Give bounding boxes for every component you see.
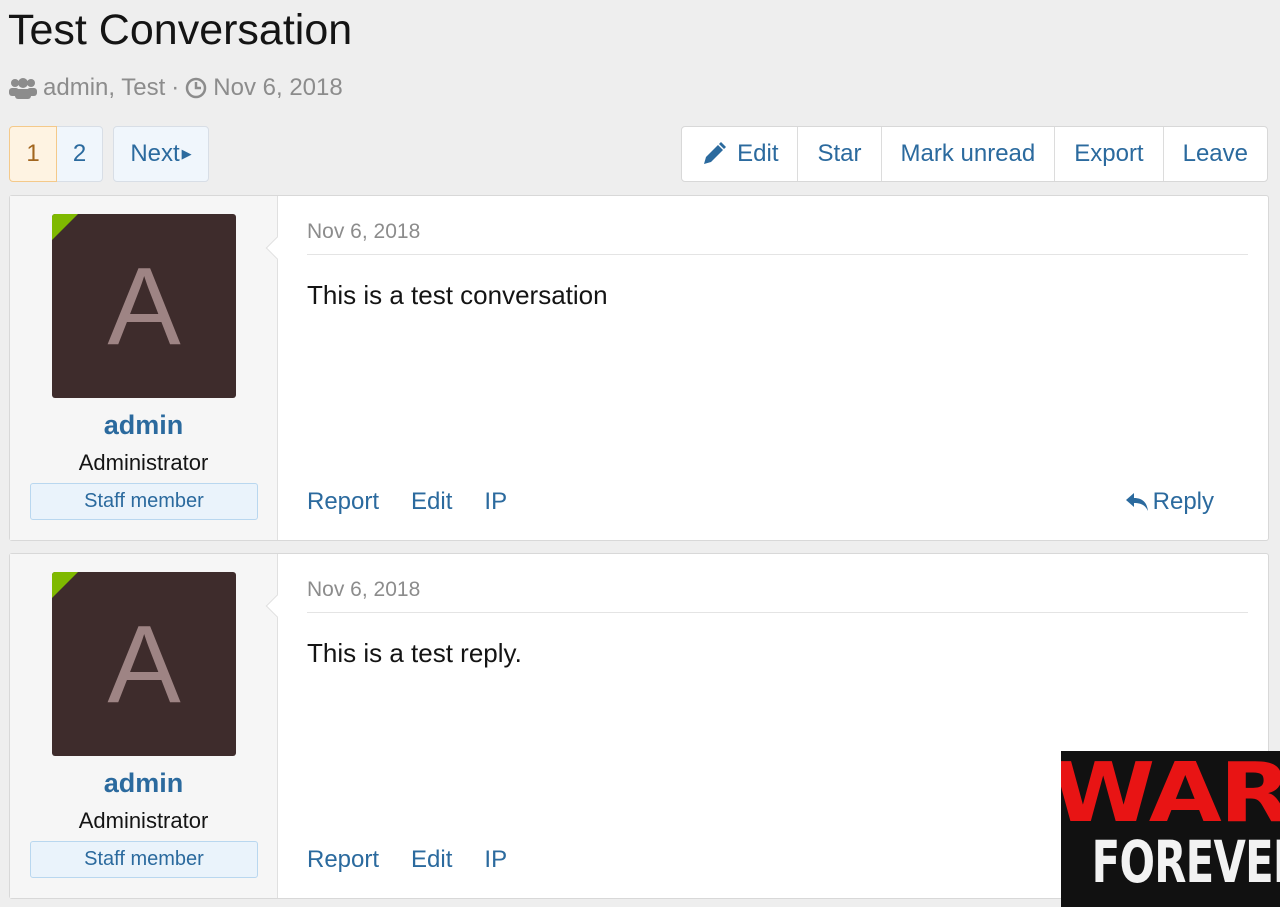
username[interactable]: admin xyxy=(10,768,277,799)
caret-right-icon: ▶ xyxy=(181,146,192,161)
edit-button[interactable]: Edit xyxy=(682,127,797,181)
ip-link[interactable]: IP xyxy=(484,488,507,516)
message-body: Nov 6, 2018 This is a test conversation … xyxy=(265,196,1268,540)
avatar[interactable]: A xyxy=(52,214,236,398)
username[interactable]: admin xyxy=(10,410,277,441)
separator: · xyxy=(171,74,180,101)
report-link[interactable]: Report xyxy=(307,846,379,874)
start-date: Nov 6, 2018 xyxy=(213,74,343,101)
message-text: This is a test conversation xyxy=(307,280,608,310)
reply-icon xyxy=(1125,493,1148,511)
watermark-line2: FOREVER xyxy=(1091,828,1280,896)
ip-link[interactable]: IP xyxy=(484,846,507,874)
conversation-actions: Edit Star Mark unread Export Leave xyxy=(681,126,1268,182)
user-title: Administrator xyxy=(78,450,209,475)
participants[interactable]: admin, Test xyxy=(43,74,165,102)
message-date[interactable]: Nov 6, 2018 xyxy=(307,578,1248,613)
reply-label: Reply xyxy=(1152,488,1214,515)
message-date[interactable]: Nov 6, 2018 xyxy=(307,220,1248,255)
online-indicator xyxy=(52,572,78,598)
message-user: A admin Administrator Staff member xyxy=(10,554,278,898)
message: A admin Administrator Staff member Nov 6… xyxy=(9,195,1269,541)
edit-label: Edit xyxy=(737,140,779,167)
pagination: 1 2 Next ▶ xyxy=(9,126,209,182)
message-user: A admin Administrator Staff member xyxy=(10,196,278,540)
message-text: This is a test reply. xyxy=(307,638,522,668)
mark-unread-button[interactable]: Mark unread xyxy=(880,127,1055,181)
leave-button[interactable]: Leave xyxy=(1162,127,1267,181)
reply-button[interactable]: Reply xyxy=(1125,488,1246,516)
user-title: Administrator xyxy=(78,808,209,833)
avatar[interactable]: A xyxy=(52,572,236,756)
edit-link[interactable]: Edit xyxy=(411,488,452,516)
pencil-icon xyxy=(704,142,727,164)
message-actions: Report Edit IP Reply xyxy=(307,488,1246,516)
page-2-button[interactable]: 2 xyxy=(57,126,103,182)
clock-icon xyxy=(186,77,207,99)
star-button[interactable]: Star xyxy=(797,127,880,181)
staff-badge: Staff member xyxy=(30,841,258,878)
online-indicator xyxy=(52,214,78,240)
staff-badge: Staff member xyxy=(30,483,258,520)
watermark-logo: WAR FOREVER xyxy=(1061,751,1280,907)
watermark-line1: WAR xyxy=(1061,751,1280,841)
conversation-meta: admin, Test · Nov 6, 2018 xyxy=(9,74,343,102)
next-page-button[interactable]: Next ▶ xyxy=(113,126,209,182)
users-icon xyxy=(9,78,37,99)
report-link[interactable]: Report xyxy=(307,488,379,516)
next-label: Next xyxy=(130,140,180,167)
export-button[interactable]: Export xyxy=(1054,127,1162,181)
page-title: Test Conversation xyxy=(8,6,353,54)
edit-link[interactable]: Edit xyxy=(411,846,452,874)
page-1-button[interactable]: 1 xyxy=(9,126,57,182)
